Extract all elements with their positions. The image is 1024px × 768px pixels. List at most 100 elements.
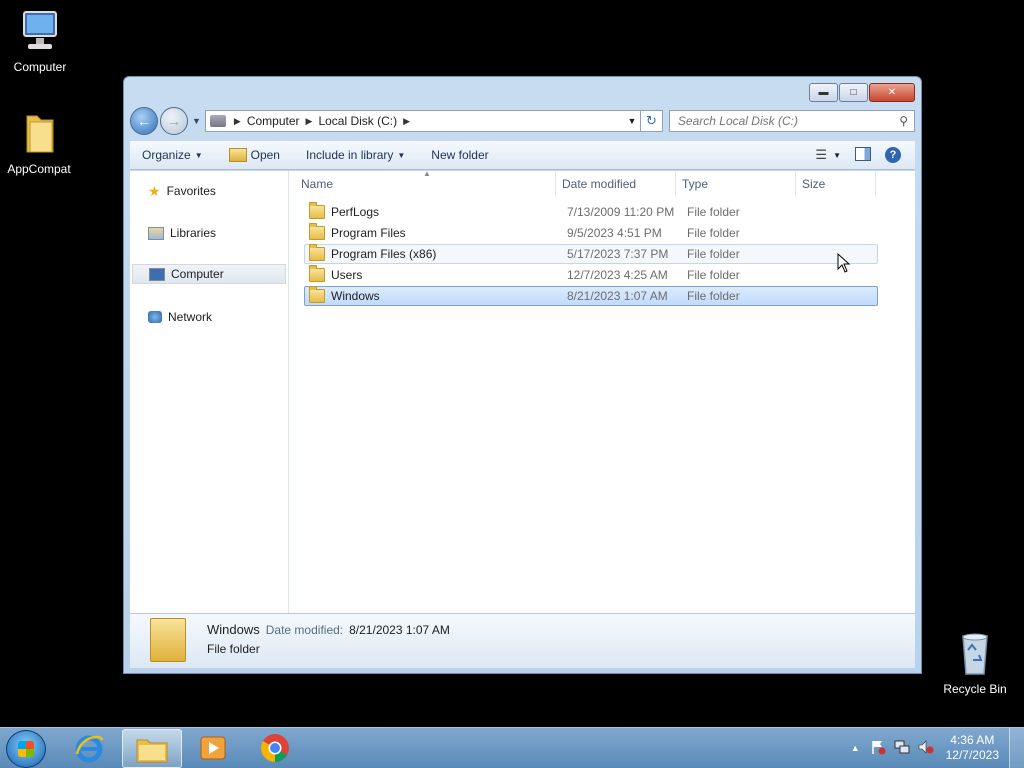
clock[interactable]: 4:36 AM 12/7/2023 bbox=[946, 733, 999, 763]
include-in-library-button[interactable]: Include in library ▼ bbox=[306, 148, 405, 162]
file-date: 7/13/2009 11:20 PM bbox=[567, 205, 675, 219]
computer-icon bbox=[16, 8, 64, 56]
breadcrumb-local-disk[interactable]: Local Disk (C:) bbox=[318, 114, 397, 128]
chevron-right-icon[interactable]: ▶ bbox=[306, 116, 313, 127]
details-date-label: Date modified: bbox=[265, 623, 344, 637]
file-row[interactable]: Windows 8/21/2023 1:07 AM File folder bbox=[304, 286, 878, 306]
recent-pages-dropdown[interactable]: ▼ bbox=[192, 116, 201, 126]
mouse-cursor-icon bbox=[837, 253, 851, 273]
new-folder-button[interactable]: New folder bbox=[431, 148, 488, 162]
taskbar-media-player[interactable] bbox=[184, 729, 242, 766]
nav-item-label: Network bbox=[168, 310, 213, 324]
folder-icon bbox=[309, 265, 325, 282]
column-header-type[interactable]: Type bbox=[676, 171, 796, 197]
breadcrumb-computer[interactable]: Computer bbox=[247, 114, 300, 128]
network-status-icon[interactable] bbox=[894, 739, 910, 758]
sort-ascending-icon: ▲ bbox=[423, 169, 431, 178]
star-icon: ★ bbox=[148, 182, 161, 199]
nav-item-label: Libraries bbox=[170, 226, 217, 240]
address-bar[interactable]: ▶ Computer ▶ Local Disk (C:) ▶ ▼ bbox=[204, 110, 641, 132]
forward-arrow-icon: → bbox=[167, 113, 181, 129]
file-date: 9/5/2023 4:51 PM bbox=[567, 226, 662, 240]
file-name: Program Files bbox=[331, 226, 406, 240]
folder-icon bbox=[150, 618, 186, 662]
refresh-button[interactable]: ↻ bbox=[640, 110, 663, 132]
column-label: Date modified bbox=[562, 177, 637, 191]
preview-pane-icon bbox=[855, 146, 871, 161]
column-header-date-modified[interactable]: Date modified bbox=[556, 171, 676, 197]
file-row[interactable]: PerfLogs 7/13/2009 11:20 PM File folder bbox=[304, 202, 878, 222]
address-dropdown-icon[interactable]: ▼ bbox=[624, 116, 640, 126]
chevron-right-icon[interactable]: ▶ bbox=[234, 116, 241, 127]
file-name: Users bbox=[331, 268, 363, 282]
search-box[interactable]: ⚲ bbox=[668, 110, 915, 132]
system-tray: ▲ 4:36 AM 12/7/2023 bbox=[851, 728, 1024, 768]
back-button[interactable]: ← bbox=[130, 107, 158, 135]
change-view-button[interactable]: ☰ ▼ bbox=[815, 147, 841, 163]
taskbar-internet-explorer[interactable] bbox=[60, 729, 118, 766]
desktop-icon-label: Recycle Bin bbox=[943, 682, 1007, 696]
column-headers: Name ▲ Date modified Type Size bbox=[289, 169, 915, 197]
folder-icon bbox=[309, 244, 325, 261]
nav-item-libraries[interactable]: Libraries bbox=[132, 223, 286, 243]
forward-button[interactable]: → bbox=[160, 107, 188, 135]
close-button[interactable]: ✕ bbox=[869, 83, 915, 102]
file-row[interactable]: Program Files 9/5/2023 4:51 PM File fold… bbox=[304, 223, 878, 243]
chevron-down-icon: ▼ bbox=[833, 150, 841, 160]
desktop-icon-appcompat[interactable]: AppCompat bbox=[0, 110, 79, 176]
nav-item-network[interactable]: Network bbox=[132, 307, 286, 327]
help-icon: ? bbox=[885, 147, 901, 163]
command-bar: Organize ▼ Open Include in library ▼ New… bbox=[130, 140, 915, 170]
content-area: ★ Favorites Libraries Computer Network N… bbox=[130, 169, 915, 613]
new-folder-label: New folder bbox=[431, 148, 489, 162]
taskbar-chrome[interactable] bbox=[246, 729, 304, 766]
file-date: 8/21/2023 1:07 AM bbox=[567, 289, 668, 303]
details-pane: Windows Date modified: 8/21/2023 1:07 AM… bbox=[130, 613, 915, 668]
refresh-icon: ↻ bbox=[645, 113, 657, 128]
maximize-button[interactable]: □ bbox=[839, 83, 868, 102]
back-arrow-icon: ← bbox=[137, 113, 151, 129]
open-button[interactable]: Open bbox=[228, 148, 280, 162]
start-button[interactable] bbox=[6, 730, 46, 768]
clock-time: 4:36 AM bbox=[950, 733, 995, 747]
nav-item-computer[interactable]: Computer bbox=[132, 264, 286, 284]
preview-pane-button[interactable] bbox=[855, 146, 871, 164]
minimize-icon: ▬ bbox=[818, 87, 829, 98]
maximize-icon: □ bbox=[850, 87, 857, 98]
open-label: Open bbox=[250, 148, 280, 162]
search-input[interactable] bbox=[675, 113, 900, 129]
file-row[interactable]: Program Files (x86) 5/17/2023 7:37 PM Fi… bbox=[304, 244, 878, 264]
desktop-icon-recycle-bin[interactable]: Recycle Bin bbox=[935, 630, 1015, 696]
column-header-size[interactable]: Size bbox=[796, 171, 876, 197]
folder-icon bbox=[309, 202, 325, 219]
column-header-name[interactable]: Name ▲ bbox=[289, 169, 556, 197]
caption-buttons: ▬ □ ✕ bbox=[809, 83, 915, 102]
chrome-icon bbox=[261, 733, 289, 762]
nav-item-label: Computer bbox=[171, 267, 224, 281]
organize-label: Organize bbox=[142, 148, 191, 162]
explorer-window: ▬ □ ✕ ← → ▼ ▶ Computer ▶ Local Disk (C:)… bbox=[123, 76, 922, 674]
chevron-right-icon[interactable]: ▶ bbox=[403, 116, 410, 127]
drive-icon bbox=[209, 115, 226, 127]
show-hidden-icons-button[interactable]: ▲ bbox=[851, 743, 860, 753]
recycle-bin-icon bbox=[951, 630, 999, 678]
nav-item-favorites[interactable]: ★ Favorites bbox=[132, 181, 286, 201]
show-desktop-button[interactable] bbox=[1009, 728, 1024, 768]
help-button[interactable]: ? bbox=[885, 147, 901, 163]
chevron-down-icon: ▼ bbox=[397, 150, 406, 160]
folder-icon bbox=[309, 223, 325, 240]
minimize-button[interactable]: ▬ bbox=[809, 83, 838, 102]
volume-muted-icon[interactable] bbox=[918, 739, 934, 758]
include-in-library-label: Include in library bbox=[305, 148, 394, 162]
search-icon[interactable]: ⚲ bbox=[899, 114, 908, 128]
file-row[interactable]: Users 12/7/2023 4:25 AM File folder bbox=[304, 265, 878, 285]
nav-item-label: Favorites bbox=[166, 184, 216, 198]
action-center-icon[interactable] bbox=[870, 739, 886, 758]
taskbar: ▲ 4:36 AM 12/7/2023 bbox=[0, 727, 1024, 768]
organize-button[interactable]: Organize ▼ bbox=[142, 148, 203, 162]
close-icon: ✕ bbox=[887, 87, 897, 98]
taskbar-windows-explorer[interactable] bbox=[122, 729, 182, 768]
windows-explorer-icon bbox=[136, 739, 168, 762]
navigation-bar: ← → ▼ ▶ Computer ▶ Local Disk (C:) ▶ ▼ ↻… bbox=[130, 107, 915, 135]
desktop-icon-computer[interactable]: Computer bbox=[0, 8, 80, 74]
